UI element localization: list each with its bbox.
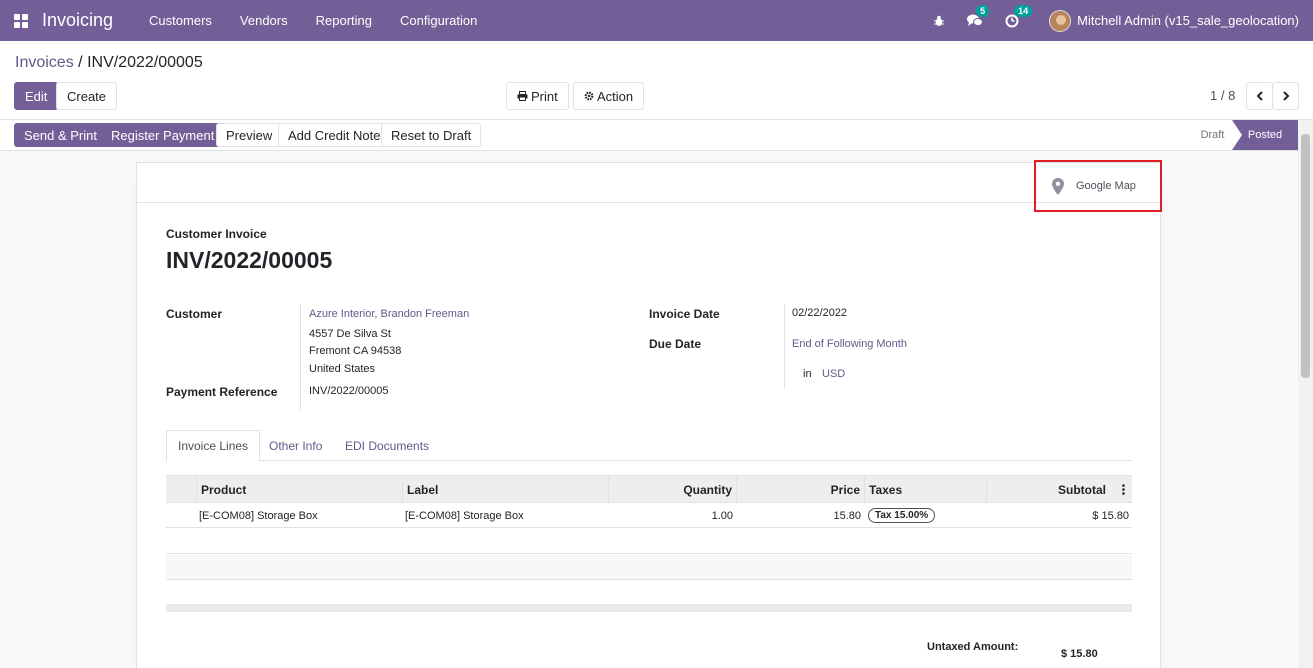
column-label[interactable]: Label <box>402 476 608 503</box>
print-button[interactable]: Print <box>506 82 569 110</box>
chevron-left-icon <box>1256 91 1263 101</box>
optional-columns-kebab-icon[interactable] <box>1114 476 1132 503</box>
customer-label: Customer <box>166 307 223 321</box>
field-separator <box>300 304 301 410</box>
messages-chat-icon[interactable]: 5 <box>967 5 990 27</box>
scrollbar-thumb[interactable] <box>1301 134 1310 378</box>
reset-to-draft-button[interactable]: Reset to Draft <box>381 123 482 147</box>
address-country: United States <box>309 363 376 375</box>
form-scrollbar[interactable] <box>1298 120 1313 668</box>
tab-invoice-lines[interactable]: Invoice Lines <box>166 430 261 462</box>
stage-posted: Posted <box>1232 120 1298 150</box>
breadcrumb-current: INV/2022/00005 <box>87 54 203 71</box>
print-label: Print <box>531 88 558 104</box>
activities-badge: 14 <box>1014 4 1033 17</box>
register-payment-button[interactable]: Register Payment <box>101 123 225 147</box>
row-subtotal: $ 15.80 <box>1092 509 1129 522</box>
print-icon <box>517 91 528 101</box>
currency-link[interactable]: USD <box>822 368 845 380</box>
button-box <box>137 163 1160 203</box>
due-date-value[interactable]: End of Following Month <box>792 338 907 350</box>
untaxed-amount-value: $ 15.80 <box>1061 648 1098 660</box>
breadcrumb: Invoices / INV/2022/00005 <box>15 54 203 72</box>
pager-value[interactable]: 1 / 8 <box>1210 88 1235 103</box>
empty-row <box>166 529 1132 554</box>
gear-icon <box>584 91 594 101</box>
menu-reporting[interactable]: Reporting <box>316 13 372 28</box>
pager-next-button[interactable] <box>1272 82 1299 110</box>
invoice-date-value: 02/22/2022 <box>792 307 848 319</box>
preview-button[interactable]: Preview <box>216 123 283 147</box>
debug-bug-icon[interactable] <box>933 15 945 27</box>
user-menu[interactable]: Mitchell Admin (v15_sale_geolocation) <box>1077 13 1299 28</box>
customer-link[interactable]: Azure Interior, Brandon Freeman <box>309 308 469 320</box>
control-panel: Invoices / INV/2022/00005 Edit Create Pr… <box>0 41 1313 120</box>
row-product: [E-COM08] Storage Box <box>199 509 318 522</box>
currency-prefix: in <box>803 368 812 380</box>
breadcrumb-invoices[interactable]: Invoices <box>15 54 74 71</box>
user-avatar[interactable] <box>1049 9 1072 32</box>
invoice-number-title: INV/2022/00005 <box>166 247 333 273</box>
column-product[interactable]: Product <box>196 476 402 503</box>
payment-reference-label: Payment Reference <box>166 385 278 399</box>
menu-vendors[interactable]: Vendors <box>240 13 288 28</box>
column-price[interactable]: Price <box>736 476 864 503</box>
send-print-button[interactable]: Send & Print <box>14 123 107 147</box>
payment-reference-value: INV/2022/00005 <box>309 385 389 397</box>
field-separator <box>784 304 785 388</box>
app-menu-icon[interactable] <box>0 0 42 41</box>
invoice-type-label: Customer Invoice <box>166 227 267 241</box>
column-quantity[interactable]: Quantity <box>608 476 736 503</box>
invoice-form-sheet: Google Map Customer Invoice INV/2022/000… <box>136 160 1162 668</box>
stage-draft: Draft <box>1200 129 1225 141</box>
google-map-button[interactable]: Google Map <box>1034 160 1162 212</box>
tab-other-info[interactable]: Other Info <box>258 430 333 461</box>
invoice-lines-header: Product Label Quantity Price Taxes Subto… <box>166 475 1132 503</box>
table-footer <box>166 604 1132 612</box>
chevron-right-icon <box>1282 91 1289 101</box>
map-marker-icon <box>1052 177 1064 195</box>
row-price: 15.80 <box>833 509 861 522</box>
add-credit-note-button[interactable]: Add Credit Note <box>278 123 391 147</box>
pager-previous-button[interactable] <box>1246 82 1273 110</box>
row-quantity: 1.00 <box>711 509 733 522</box>
due-date-label: Due Date <box>649 337 702 351</box>
action-button[interactable]: Action <box>573 82 645 110</box>
create-button[interactable]: Create <box>56 82 118 110</box>
menu-configuration[interactable]: Configuration <box>400 13 477 28</box>
address-street: 4557 De Silva St <box>309 328 391 340</box>
column-subtotal[interactable]: Subtotal <box>986 476 1110 503</box>
empty-row <box>166 555 1132 580</box>
app-brand[interactable]: Invoicing <box>42 10 113 31</box>
table-row[interactable]: [E-COM08] Storage Box [E-COM08] Storage … <box>166 503 1132 528</box>
notebook-tabs: Invoice Lines Other Info EDI Documents <box>166 430 1132 462</box>
untaxed-amount-label: Untaxed Amount: <box>927 641 1019 653</box>
breadcrumb-separator: / <box>78 54 83 71</box>
tax-tag: Tax 15.00% <box>868 508 936 523</box>
google-map-label: Google Map <box>1076 180 1136 192</box>
top-navbar: Invoicing Customers Vendors Reporting Co… <box>0 0 1313 41</box>
invoice-date-label: Invoice Date <box>649 307 720 321</box>
row-taxes: Tax 15.00% <box>868 503 936 528</box>
column-taxes[interactable]: Taxes <box>864 476 986 503</box>
action-label: Action <box>597 88 634 104</box>
edit-button[interactable]: Edit <box>14 82 59 110</box>
tab-edi-documents[interactable]: EDI Documents <box>334 430 440 461</box>
menu-customers[interactable]: Customers <box>149 13 212 28</box>
row-label: [E-COM08] Storage Box <box>405 509 524 522</box>
address-city: Fremont CA 94538 <box>309 345 402 357</box>
status-bar: Send & Print Register Payment Preview Ad… <box>0 120 1298 151</box>
messages-badge: 5 <box>976 5 990 17</box>
activities-clock-icon[interactable]: 14 <box>1005 4 1033 28</box>
